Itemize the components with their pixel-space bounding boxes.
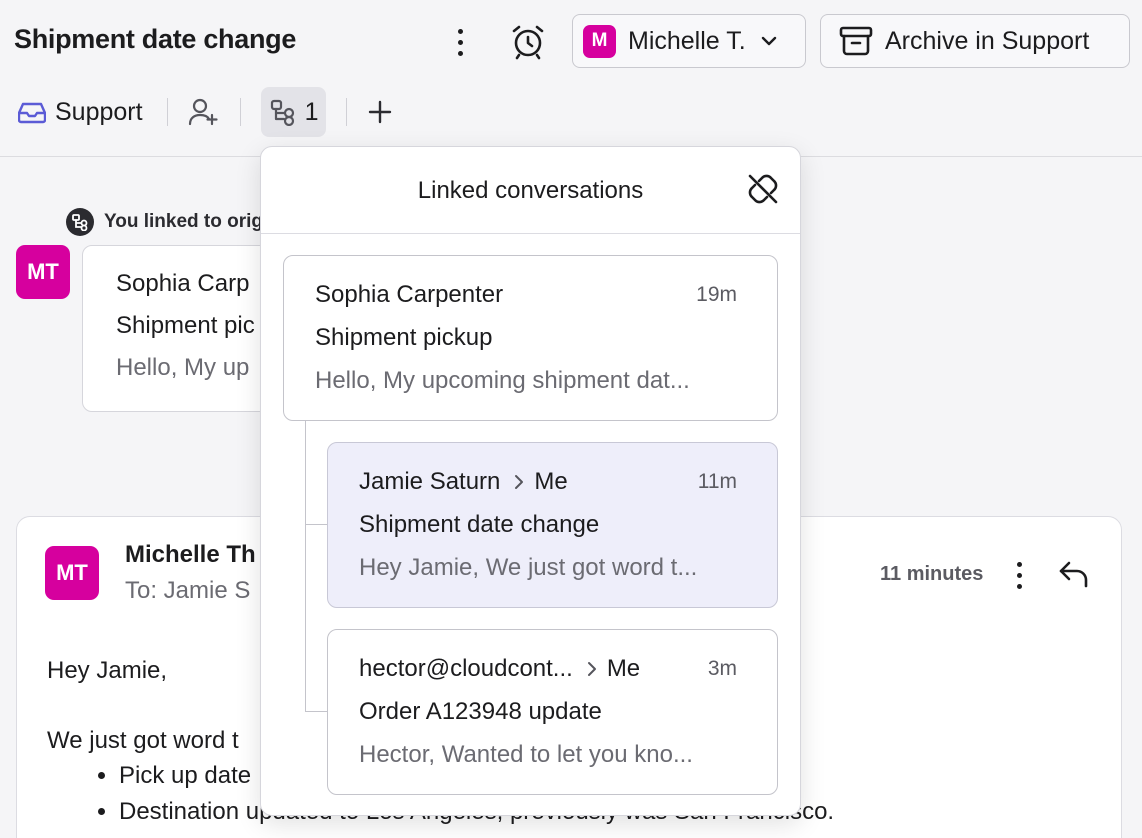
chevron-right-icon <box>512 473 526 491</box>
thread-connector <box>305 711 327 712</box>
thread-connector <box>305 524 327 525</box>
linked-conversation-item-current[interactable]: Jamie Saturn Me 11m Shipment date change… <box>327 442 778 608</box>
inbox-icon <box>18 102 46 124</box>
dot <box>457 28 463 34</box>
linked-conversation-item[interactable]: hector@cloudcont... Me 3m Order A123948 … <box>327 629 778 795</box>
assignee-dropdown[interactable]: M Michelle T. <box>572 14 806 68</box>
thread-connector <box>305 420 306 712</box>
conversation-recipient: Me <box>606 655 641 682</box>
archive-button[interactable]: Archive in Support <box>820 14 1130 68</box>
dot <box>1016 583 1022 589</box>
assignee-name: Michelle T. <box>628 26 746 55</box>
linked-conversations-icon <box>270 99 294 126</box>
conversation-sender: Sophia Carpenter <box>315 281 504 308</box>
dot <box>1016 572 1022 578</box>
conversation-time: 3m <box>707 657 737 680</box>
page-title: Shipment date change <box>14 24 297 54</box>
conversation-time: 19m <box>696 283 737 306</box>
unlink-icon <box>748 174 778 204</box>
message-more-button[interactable] <box>1007 557 1031 593</box>
inbox-label: Support <box>55 97 143 126</box>
conversation-header: Shipment date change M Michelle T. Archi… <box>0 0 1142 157</box>
conversation-sender: hector@cloudcont... <box>359 655 573 682</box>
reply-button[interactable] <box>1057 557 1091 596</box>
divider <box>239 98 241 126</box>
unlink-button[interactable] <box>746 172 780 211</box>
linked-event: You linked to orig <box>66 208 263 236</box>
inbox-tag[interactable]: Support <box>14 98 147 127</box>
dot <box>1016 561 1022 567</box>
conversation-snippet: Hello, My upcoming shipment dat... <box>315 367 690 394</box>
conversation-sender: Jamie Saturn <box>359 468 501 495</box>
chevron-down-icon <box>761 36 776 46</box>
divider <box>166 98 168 126</box>
add-participant-button[interactable] <box>188 97 220 127</box>
avatar: MT <box>45 546 99 600</box>
linked-event-text: You linked to orig <box>104 211 264 232</box>
message-sender: Michelle Th <box>125 541 256 568</box>
conversation-header-row: hector@cloudcont... Me 3m <box>359 655 737 683</box>
linked-conversation-item[interactable]: Sophia Carpenter 19m Shipment pickup Hel… <box>283 255 778 421</box>
conversation-header-row: Jamie Saturn Me 11m <box>359 468 737 496</box>
message-time: 11 minutes <box>880 563 984 585</box>
alarm-clock-icon <box>512 25 544 60</box>
archive-icon <box>839 26 873 56</box>
conversation-subject: Shipment date change <box>359 511 600 538</box>
linked-conversations-button[interactable]: 1 <box>260 87 327 137</box>
dot <box>457 50 463 56</box>
divider <box>346 98 348 126</box>
dot <box>457 39 463 45</box>
more-options-button[interactable] <box>446 22 474 62</box>
avatar: M <box>583 24 616 58</box>
snooze-button[interactable] <box>508 22 548 62</box>
conversation-recipient: Me <box>534 468 568 495</box>
plus-icon <box>369 100 392 124</box>
add-button[interactable] <box>367 99 393 125</box>
conversation-subject: Order A123948 update <box>359 698 602 725</box>
message-recipient: To: Jamie S <box>125 577 251 604</box>
link-event-icon <box>66 208 94 236</box>
conversation-subject: Shipment pickup <box>315 324 493 351</box>
conversation-toolbar: Support 1 <box>14 86 393 138</box>
popover-title: Linked conversations <box>417 177 644 204</box>
avatar: MT <box>16 245 70 299</box>
links-count: 1 <box>304 97 319 126</box>
popover-header: Linked conversations <box>261 147 800 234</box>
conversation-header-row: Sophia Carpenter 19m <box>315 281 737 309</box>
chevron-right-icon <box>585 660 599 678</box>
conversation-snippet: Hector, Wanted to let you kno... <box>359 741 693 768</box>
conversation-time: 11m <box>697 470 737 493</box>
archive-label: Archive in Support <box>885 26 1090 55</box>
user-plus-icon <box>188 98 218 126</box>
reply-icon <box>1059 561 1088 588</box>
conversation-snippet: Hey Jamie, We just got word t... <box>359 554 698 581</box>
